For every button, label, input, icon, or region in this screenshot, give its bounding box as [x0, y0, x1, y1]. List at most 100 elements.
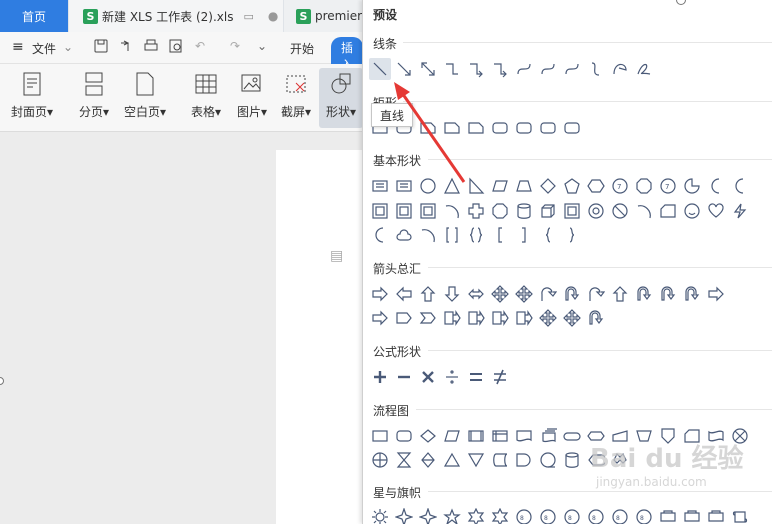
- shape-s4[interactable]: [417, 506, 439, 524]
- shape-uturn[interactable]: [657, 283, 679, 305]
- menu-file[interactable]: 文件: [32, 40, 56, 57]
- section-button[interactable]: 分页▾: [74, 68, 114, 128]
- panel-handle[interactable]: [676, 0, 686, 5]
- shape-hept[interactable]: 7: [609, 175, 631, 197]
- shape-wave[interactable]: [585, 58, 607, 80]
- export-icon[interactable]: [118, 38, 134, 57]
- shape-dbl[interactable]: [417, 58, 439, 80]
- shape-sn[interactable]: 8: [513, 506, 535, 524]
- shape-seq[interactable]: [537, 449, 559, 471]
- shape-uturn[interactable]: [681, 283, 703, 305]
- shape-delay[interactable]: [513, 449, 535, 471]
- shape-cloud[interactable]: [393, 224, 415, 246]
- shape-moon[interactable]: [729, 175, 751, 197]
- shape-heart[interactable]: [705, 200, 727, 222]
- shape-pie[interactable]: [681, 175, 703, 197]
- shape-smile[interactable]: [681, 200, 703, 222]
- shape-rrect[interactable]: [513, 117, 535, 139]
- shape-s6[interactable]: [489, 506, 511, 524]
- shape-moon[interactable]: [705, 175, 727, 197]
- shape-oct[interactable]: [633, 175, 655, 197]
- shape-curve[interactable]: [561, 58, 583, 80]
- shape-hex[interactable]: [585, 175, 607, 197]
- shape-ar[interactable]: [369, 307, 391, 329]
- shape-frame[interactable]: [417, 200, 439, 222]
- shape-curve[interactable]: [537, 58, 559, 80]
- shape-dia[interactable]: [537, 175, 559, 197]
- shape-dec[interactable]: [417, 425, 439, 447]
- chevron-down-icon[interactable]: ⌄: [63, 40, 73, 54]
- shape-a4[interactable]: [489, 283, 511, 305]
- menu-start[interactable]: 开始: [290, 40, 314, 57]
- shape-lb[interactable]: [489, 224, 511, 246]
- shape-ar[interactable]: [369, 283, 391, 305]
- more-icon[interactable]: ⌄: [257, 39, 267, 53]
- shape-minus[interactable]: [393, 366, 415, 388]
- shape-alr[interactable]: [465, 283, 487, 305]
- shape-cross[interactable]: [465, 200, 487, 222]
- tab-xls-document[interactable]: S 新建 XLS 工作表 (2).xls ▭ ●: [69, 0, 283, 32]
- shape-call[interactable]: [465, 307, 487, 329]
- shape-mult[interactable]: [417, 366, 439, 388]
- tab-premier[interactable]: S premier: [284, 0, 364, 32]
- shape-can[interactable]: [513, 200, 535, 222]
- shape-sn[interactable]: 8: [537, 506, 559, 524]
- shape-a4[interactable]: [513, 283, 535, 305]
- shape-line[interactable]: [369, 58, 391, 80]
- shape-stor[interactable]: [489, 449, 511, 471]
- shape-au[interactable]: [417, 283, 439, 305]
- shape-uturn[interactable]: [633, 283, 655, 305]
- shape-elbowa[interactable]: [465, 58, 487, 80]
- shape-neq[interactable]: [489, 366, 511, 388]
- shape-cube[interactable]: [537, 200, 559, 222]
- shape-a4[interactable]: [537, 307, 559, 329]
- shape-s6[interactable]: [465, 506, 487, 524]
- screenshot-button[interactable]: 截屏▾: [276, 68, 316, 128]
- shape-uturn[interactable]: [585, 307, 607, 329]
- shape-para[interactable]: [489, 175, 511, 197]
- screen-icon[interactable]: ▭: [243, 10, 253, 23]
- shape-donut[interactable]: [585, 200, 607, 222]
- shape-pent[interactable]: [561, 175, 583, 197]
- shape-merge[interactable]: [465, 449, 487, 471]
- shape-arc[interactable]: [417, 224, 439, 246]
- picture-button[interactable]: 图片▾: [232, 68, 272, 128]
- shape-oct[interactable]: [489, 200, 511, 222]
- shape-pent2[interactable]: [393, 307, 415, 329]
- shape-s4[interactable]: [393, 506, 415, 524]
- shape-curv[interactable]: [585, 283, 607, 305]
- shape-ext[interactable]: [441, 449, 463, 471]
- shape-mag[interactable]: [561, 449, 583, 471]
- shape-term[interactable]: [561, 425, 583, 447]
- shape-curv[interactable]: [537, 283, 559, 305]
- print-preview-icon[interactable]: [168, 38, 184, 57]
- shape-pre[interactable]: [465, 425, 487, 447]
- redo-icon[interactable]: ↷: [230, 39, 240, 53]
- save-icon[interactable]: [93, 38, 109, 57]
- shape-plus[interactable]: [369, 366, 391, 388]
- shape-ar[interactable]: [705, 283, 727, 305]
- undo-icon[interactable]: ↶: [195, 39, 205, 53]
- shape-card[interactable]: [657, 200, 679, 222]
- shape-no[interactable]: [609, 200, 631, 222]
- shape-brk[interactable]: [441, 224, 463, 246]
- shape-frame[interactable]: [561, 200, 583, 222]
- shape-call[interactable]: [513, 307, 535, 329]
- shape-free[interactable]: [609, 58, 631, 80]
- shape-sort[interactable]: [417, 449, 439, 471]
- shape-curve[interactable]: [513, 58, 535, 80]
- shape-moon[interactable]: [369, 224, 391, 246]
- shape-alt[interactable]: [393, 425, 415, 447]
- shape-sn[interactable]: 8: [561, 506, 583, 524]
- shape-div[interactable]: [441, 366, 463, 388]
- shape-uturn[interactable]: [561, 283, 583, 305]
- shape-al[interactable]: [393, 283, 415, 305]
- shape-ad[interactable]: [441, 283, 463, 305]
- shape-arrowline[interactable]: [393, 58, 415, 80]
- shape-call[interactable]: [441, 307, 463, 329]
- document-page[interactable]: ▤: [276, 150, 366, 524]
- table-button[interactable]: 表格▾: [186, 68, 226, 128]
- shape-rrect[interactable]: [561, 117, 583, 139]
- print-icon[interactable]: [143, 38, 159, 57]
- tab-home[interactable]: 首页: [0, 0, 68, 32]
